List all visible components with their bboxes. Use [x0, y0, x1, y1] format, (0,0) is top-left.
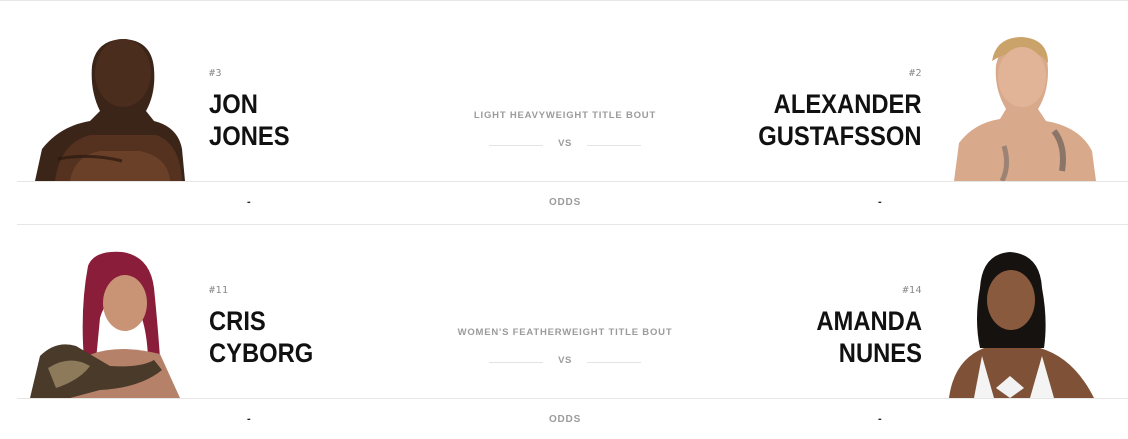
- fighter-rank: #2: [908, 68, 922, 79]
- fighter-name-red-corner[interactable]: JON JONES: [209, 88, 290, 152]
- fighter-headshot-image: [949, 252, 1094, 398]
- fighter-name-red-corner[interactable]: CRIS CYBORG: [209, 305, 313, 369]
- fighter-last-name: CYBORG: [209, 338, 314, 368]
- odds-value-blue: -: [878, 413, 882, 425]
- odds-label: ODDS: [548, 197, 582, 208]
- fighter-last-name: JONES: [209, 121, 290, 151]
- fighter-rank: #14: [902, 285, 922, 296]
- fighter-first-name: JON: [209, 89, 258, 119]
- vs-label: VS: [558, 138, 572, 149]
- fighter-photo-blue-corner[interactable]: [944, 31, 1099, 181]
- vs-separator: VS: [489, 355, 641, 369]
- fighter-first-name: ALEXANDER: [774, 89, 922, 119]
- fighters-row: #3 JON JONES LIGHT HEAVYWEIGHT TITLE BOU…: [0, 0, 1128, 181]
- fighter-photo-red-corner[interactable]: [30, 31, 185, 181]
- fighter-headshot-image: [954, 37, 1096, 181]
- fighters-row: #11 CRIS CYBORG WOMEN'S FEATHERWEIGHT TI…: [0, 217, 1128, 398]
- bout-title: WOMEN'S FEATHERWEIGHT TITLE BOUT: [457, 327, 673, 338]
- fighter-headshot-image: [35, 39, 185, 181]
- vs-label: VS: [558, 355, 572, 366]
- fighter-first-name: CRIS: [209, 306, 266, 336]
- fighter-photo-red-corner[interactable]: [30, 248, 185, 398]
- fighter-rank: #11: [209, 285, 229, 296]
- fighter-headshot-image: [30, 251, 180, 398]
- fight-card-bout: #11 CRIS CYBORG WOMEN'S FEATHERWEIGHT TI…: [0, 217, 1128, 439]
- odds-value-red: -: [247, 413, 251, 425]
- fighter-photo-blue-corner[interactable]: [944, 248, 1099, 398]
- odds-row: - ODDS -: [17, 398, 1128, 439]
- fight-card-bout: #3 JON JONES LIGHT HEAVYWEIGHT TITLE BOU…: [0, 0, 1128, 225]
- divider-line: [587, 362, 641, 363]
- odds-value-blue: -: [878, 196, 882, 208]
- fighter-name-blue-corner[interactable]: ALEXANDER GUSTAFSSON: [759, 88, 922, 152]
- fighter-last-name: NUNES: [838, 338, 922, 368]
- divider-line: [587, 145, 641, 146]
- vs-separator: VS: [489, 138, 641, 152]
- fighter-rank: #3: [209, 68, 223, 79]
- fighter-name-blue-corner[interactable]: AMANDA NUNES: [816, 305, 922, 369]
- fighter-last-name: GUSTAFSSON: [758, 121, 922, 151]
- bout-title: LIGHT HEAVYWEIGHT TITLE BOUT: [473, 110, 657, 121]
- fighter-first-name: AMANDA: [816, 306, 922, 336]
- odds-label: ODDS: [548, 414, 582, 425]
- odds-value-red: -: [247, 196, 251, 208]
